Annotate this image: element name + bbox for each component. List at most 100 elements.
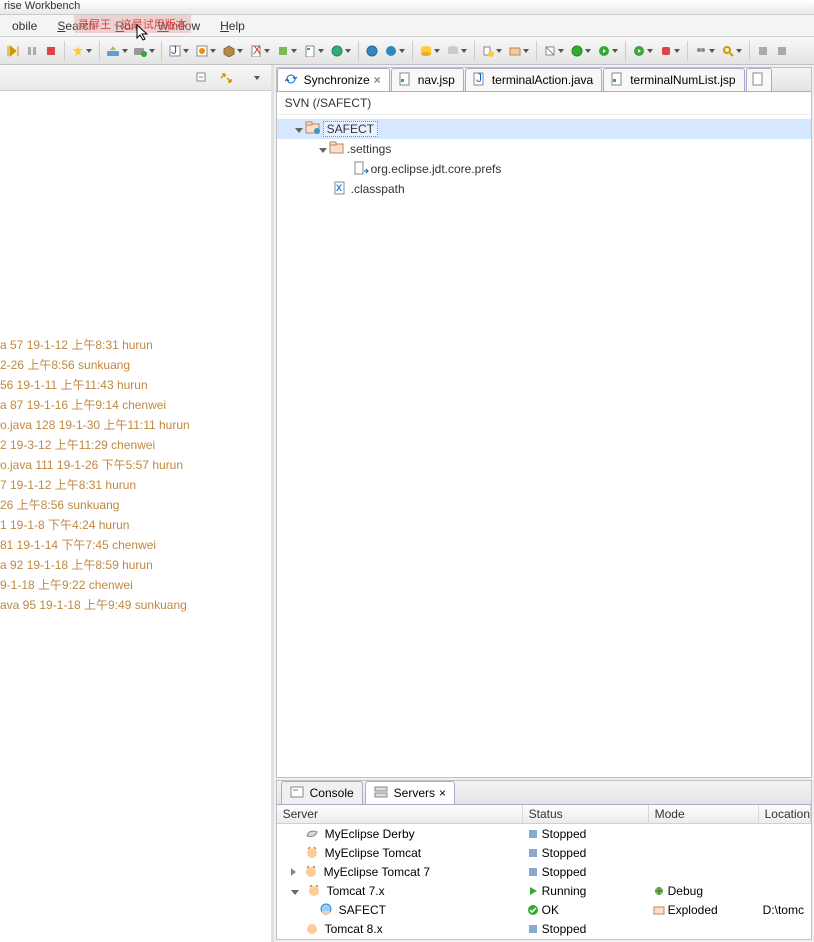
skip-icon[interactable] bbox=[4, 42, 22, 60]
svg-text:x: x bbox=[336, 181, 342, 194]
editor-area: Synchronize × nav.jsp J terminalAction.j… bbox=[276, 67, 812, 778]
col-mode[interactable]: Mode bbox=[649, 805, 759, 823]
server-row-deployed[interactable]: SAFECT OK Exploded D:\tomc bbox=[277, 901, 811, 920]
server-row[interactable]: MyEclipse Tomcat Stopped bbox=[277, 843, 811, 862]
tree-node-classpath[interactable]: x .classpath bbox=[277, 179, 811, 199]
browser-dd-icon[interactable] bbox=[382, 42, 408, 60]
tree-node-settings[interactable]: .settings bbox=[277, 139, 811, 159]
history-row[interactable]: a 87 19-1-16 上午9:14 chenwei bbox=[0, 395, 271, 415]
history-list: a 57 19-1-12 上午8:31 hurun 2-26 上午8:56 su… bbox=[0, 91, 271, 942]
globe2-icon[interactable] bbox=[363, 42, 381, 60]
jsp-file-icon bbox=[398, 72, 414, 88]
history-row[interactable]: a 57 19-1-12 上午8:31 hurun bbox=[0, 335, 271, 355]
history-row[interactable]: a 92 19-1-18 上午8:59 hurun bbox=[0, 555, 271, 575]
team-icon[interactable] bbox=[692, 42, 718, 60]
bottom-tab-bar: Console Servers × bbox=[277, 781, 811, 805]
console-icon bbox=[290, 785, 306, 801]
expand-icon[interactable] bbox=[291, 868, 296, 876]
struts-icon[interactable] bbox=[274, 42, 300, 60]
webapp-icon bbox=[319, 902, 335, 918]
col-server[interactable]: Server bbox=[277, 805, 523, 823]
svg-text:J: J bbox=[171, 45, 177, 57]
debug-icon[interactable] bbox=[630, 42, 656, 60]
server-row[interactable]: Tomcat 8.x Stopped bbox=[277, 920, 811, 939]
close-icon[interactable]: × bbox=[374, 73, 381, 87]
new-project-icon[interactable] bbox=[506, 42, 532, 60]
view-menu-icon[interactable] bbox=[247, 69, 265, 87]
right-panel: Synchronize × nav.jsp J terminalAction.j… bbox=[274, 65, 814, 942]
ok-icon bbox=[527, 904, 539, 916]
history-row[interactable]: ava 95 19-1-18 上午9:49 sunkuang bbox=[0, 595, 271, 615]
tab-nav-jsp[interactable]: nav.jsp bbox=[391, 68, 464, 91]
sync-tree: SAFECT .settings org.eclipse.jdt.core.pr… bbox=[277, 115, 811, 777]
search-dd-icon[interactable] bbox=[719, 42, 745, 60]
jsp-icon[interactable]: J bbox=[166, 42, 192, 60]
deploy-icon[interactable] bbox=[104, 42, 130, 60]
menu-mobile[interactable]: obile bbox=[2, 16, 47, 36]
left-panel: a 57 19-1-12 上午8:31 hurun 2-26 上午8:56 su… bbox=[0, 65, 274, 942]
col-status[interactable]: Status bbox=[523, 805, 649, 823]
expand-icon[interactable] bbox=[295, 128, 303, 133]
tree-node-prefs[interactable]: org.eclipse.jdt.core.prefs bbox=[277, 159, 811, 179]
sync-root-label: SVN (/SAFECT) bbox=[277, 92, 811, 115]
launch-favorites-icon[interactable] bbox=[69, 42, 95, 60]
history-row[interactable]: 56 19-1-11 上午11:43 hurun bbox=[0, 375, 271, 395]
ejb-icon[interactable] bbox=[220, 42, 246, 60]
java-file-icon: J bbox=[472, 72, 488, 88]
menu-search[interactable]: SeSearcharch bbox=[47, 16, 105, 36]
css-icon[interactable] bbox=[301, 42, 327, 60]
jsp-file-icon bbox=[751, 72, 767, 88]
ext-tools-icon[interactable] bbox=[657, 42, 683, 60]
tomcat-icon bbox=[304, 864, 320, 880]
close-icon[interactable]: × bbox=[439, 786, 446, 800]
col-location[interactable]: Location bbox=[759, 805, 811, 823]
globe-icon[interactable] bbox=[328, 42, 354, 60]
tool-a-icon[interactable] bbox=[754, 42, 772, 60]
history-row[interactable]: 1 19-1-8 下午4:24 hurun bbox=[0, 515, 271, 535]
history-row[interactable]: 9-1-18 上午9:22 chenwei bbox=[0, 575, 271, 595]
history-row[interactable]: 7 19-1-12 上午8:31 hurun bbox=[0, 475, 271, 495]
tomcat-icon bbox=[305, 845, 321, 861]
history-row[interactable]: 26 上午8:56 sunkuang bbox=[0, 495, 271, 515]
stopped-icon bbox=[527, 923, 539, 935]
applet-icon[interactable] bbox=[193, 42, 219, 60]
tree-node-project[interactable]: SAFECT bbox=[277, 119, 811, 139]
server-row[interactable]: MyEclipse Tomcat 7 Stopped bbox=[277, 862, 811, 881]
stopped-icon bbox=[527, 847, 539, 859]
cursor-icon bbox=[136, 24, 150, 42]
menu-window[interactable]: Window bbox=[147, 16, 210, 36]
tab-overflow[interactable] bbox=[746, 68, 772, 91]
tab-synchronize[interactable]: Synchronize × bbox=[277, 68, 390, 91]
new-dd-icon[interactable] bbox=[479, 42, 505, 60]
history-row[interactable]: 2 19-3-12 上午11:29 chenwei bbox=[0, 435, 271, 455]
link-editor-icon[interactable] bbox=[217, 69, 235, 87]
run-icon[interactable] bbox=[595, 42, 621, 60]
history-row[interactable]: o.java 128 19-1-30 上午11:11 hurun bbox=[0, 415, 271, 435]
menu-help[interactable]: Help bbox=[210, 16, 255, 36]
server-row[interactable]: MyEclipse Derby Stopped bbox=[277, 824, 811, 843]
collapse-all-icon[interactable] bbox=[193, 69, 211, 87]
tab-servers[interactable]: Servers × bbox=[365, 781, 455, 804]
server-row[interactable]: Tomcat 7.x Running Debug bbox=[277, 882, 811, 901]
jsp-file-icon bbox=[610, 72, 626, 88]
history-row[interactable]: o.java 111 19-1-26 下午5:57 hurun bbox=[0, 455, 271, 475]
db2-icon[interactable] bbox=[444, 42, 470, 60]
new-class-icon[interactable] bbox=[568, 42, 594, 60]
tab-terminal-action[interactable]: J terminalAction.java bbox=[465, 68, 602, 91]
server-run-icon[interactable] bbox=[131, 42, 157, 60]
xml-icon[interactable]: X bbox=[247, 42, 273, 60]
folder-icon bbox=[329, 141, 345, 157]
expand-icon[interactable] bbox=[319, 148, 327, 153]
history-row[interactable]: 81 19-1-14 下午7:45 chenwei bbox=[0, 535, 271, 555]
history-row[interactable]: 2-26 上午8:56 sunkuang bbox=[0, 355, 271, 375]
pause-icon[interactable] bbox=[23, 42, 41, 60]
tab-terminal-numlist[interactable]: terminalNumList.jsp bbox=[603, 68, 744, 91]
stop-icon[interactable] bbox=[42, 42, 60, 60]
new-pkg-icon[interactable] bbox=[541, 42, 567, 60]
expand-icon[interactable] bbox=[291, 890, 299, 895]
servers-header: Server Status Mode Location bbox=[277, 805, 811, 824]
db-icon[interactable] bbox=[417, 42, 443, 60]
tab-console[interactable]: Console bbox=[281, 781, 363, 804]
tomcat-icon bbox=[307, 883, 323, 899]
tool-b-icon[interactable] bbox=[773, 42, 791, 60]
